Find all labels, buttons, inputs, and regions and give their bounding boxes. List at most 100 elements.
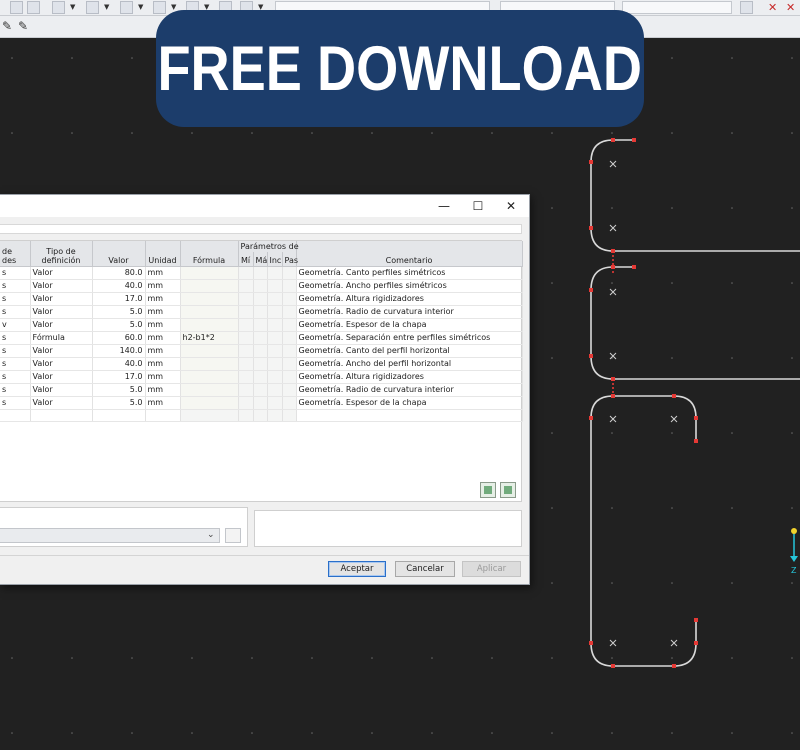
cell-unidad[interactable]: mm: [145, 357, 181, 371]
apply-button[interactable]: Aplicar: [462, 561, 521, 577]
node-point[interactable]: [589, 641, 593, 645]
cell-param-min[interactable]: [238, 331, 254, 345]
cell-param-inc[interactable]: [267, 331, 283, 345]
cell-col0[interactable]: s: [0, 266, 31, 280]
cell-param-pas[interactable]: [282, 344, 297, 358]
col-header-max[interactable]: Má: [253, 252, 268, 267]
cell-param-pas[interactable]: [282, 318, 297, 332]
cell-param-max[interactable]: [253, 344, 268, 358]
cell-unidad[interactable]: mm: [145, 331, 181, 345]
cell-unidad[interactable]: mm: [145, 305, 181, 319]
cell-tipo[interactable]: Valor: [30, 370, 93, 384]
cell-param-max[interactable]: [253, 370, 268, 384]
empty-row[interactable]: [0, 409, 523, 422]
col-header-inc[interactable]: Inc: [267, 252, 283, 267]
node-point[interactable]: [589, 226, 593, 230]
cell-param-max[interactable]: [253, 279, 268, 293]
node-point[interactable]: [611, 138, 615, 142]
cell-col0[interactable]: s: [0, 292, 31, 306]
cell-comentario[interactable]: Geometría. Espesor de la chapa: [296, 318, 523, 332]
node-point[interactable]: [589, 160, 593, 164]
cell-col0[interactable]: s: [0, 331, 31, 345]
tool-icon[interactable]: [740, 1, 753, 14]
cell-param-pas[interactable]: [282, 357, 297, 371]
cell-valor[interactable]: 5.0: [92, 396, 146, 410]
cell-unidad[interactable]: mm: [145, 370, 181, 384]
node-point[interactable]: [611, 394, 615, 398]
col-header-formula[interactable]: Fórmula: [180, 241, 239, 267]
table-row[interactable]: s Valor 5.0 mm Geometría. Radio de curvatura…: [0, 383, 523, 397]
cell-comentario[interactable]: Geometría. Canto del perfil horizontal: [296, 344, 523, 358]
cell-formula[interactable]: [180, 396, 239, 410]
node-point[interactable]: [632, 265, 636, 269]
dropdown-caret-icon[interactable]: ▼: [138, 4, 143, 11]
cell-param-pas[interactable]: [282, 292, 297, 306]
cell-formula[interactable]: h2-b1*2: [180, 331, 239, 345]
cell-col0[interactable]: v: [0, 318, 31, 332]
node-point[interactable]: [694, 416, 698, 420]
cell-param-min[interactable]: [238, 344, 254, 358]
free-download-banner[interactable]: FREE DOWNLOAD: [156, 10, 644, 127]
cell-formula[interactable]: [180, 383, 239, 397]
cell-comentario[interactable]: Geometría. Ancho perfiles simétricos: [296, 279, 523, 293]
cell-param-max[interactable]: [253, 383, 268, 397]
cell-comentario[interactable]: Geometría. Ancho del perfil horizontal: [296, 357, 523, 371]
cell-param-pas[interactable]: [282, 266, 297, 280]
cell-valor[interactable]: 5.0: [92, 383, 146, 397]
cell-col0[interactable]: s: [0, 344, 31, 358]
maximize-icon[interactable]: ☐: [470, 198, 486, 214]
cell-comentario[interactable]: Geometría. Canto perfiles simétricos: [296, 266, 523, 280]
node-point[interactable]: [672, 394, 676, 398]
cell-param-max[interactable]: [253, 266, 268, 280]
node-point[interactable]: [611, 664, 615, 668]
cell-tipo[interactable]: Valor: [30, 305, 93, 319]
table-row[interactable]: s Valor 5.0 mm Geometría. Radio de curvatura…: [0, 305, 523, 319]
pencil-icon[interactable]: ✎: [2, 19, 12, 33]
cell-formula[interactable]: [180, 357, 239, 371]
node-point[interactable]: [611, 249, 615, 253]
cell-col0[interactable]: s: [0, 279, 31, 293]
cell-col0[interactable]: s: [0, 383, 31, 397]
delete-icon[interactable]: ✕: [768, 1, 777, 14]
empty-cell[interactable]: [145, 409, 181, 422]
node-point[interactable]: [611, 265, 615, 269]
cell-param-min[interactable]: [238, 357, 254, 371]
cell-formula[interactable]: [180, 370, 239, 384]
empty-cell[interactable]: [180, 409, 239, 422]
cell-unidad[interactable]: mm: [145, 318, 181, 332]
empty-cell[interactable]: [30, 409, 93, 422]
table-row[interactable]: s Valor 40.0 mm Geometría. Ancho perfiles si…: [0, 279, 523, 293]
cell-tipo[interactable]: Valor: [30, 318, 93, 332]
table-row[interactable]: s Valor 40.0 mm Geometría. Ancho del perfil …: [0, 357, 523, 371]
cell-param-inc[interactable]: [267, 292, 283, 306]
cell-unidad[interactable]: mm: [145, 279, 181, 293]
node-point[interactable]: [611, 377, 615, 381]
cell-unidad[interactable]: mm: [145, 383, 181, 397]
cell-comentario[interactable]: Geometría. Espesor de la chapa: [296, 396, 523, 410]
dropdown-caret-icon[interactable]: ▼: [70, 4, 75, 11]
cell-param-inc[interactable]: [267, 318, 283, 332]
table-row[interactable]: s Fórmula 60.0 mm h2-b1*2 Geometría. Separaci…: [0, 331, 523, 345]
pencil-icon[interactable]: ✎: [18, 19, 28, 33]
dropdown-caret-icon[interactable]: ▼: [104, 4, 109, 11]
cell-unidad[interactable]: mm: [145, 344, 181, 358]
cell-formula[interactable]: [180, 292, 239, 306]
cell-tipo[interactable]: Valor: [30, 396, 93, 410]
table-row[interactable]: v Valor 5.0 mm Geometría. Espesor de la chap…: [0, 318, 523, 332]
cell-param-pas[interactable]: [282, 396, 297, 410]
cell-param-inc[interactable]: [267, 266, 283, 280]
tool-icon[interactable]: [27, 1, 40, 14]
export-table-icon[interactable]: [500, 482, 516, 498]
table-row[interactable]: s Valor 140.0 mm Geometría. Canto del perfil…: [0, 344, 523, 358]
col-header-unidad[interactable]: Unidad: [145, 241, 181, 267]
empty-cell[interactable]: [0, 409, 31, 422]
table-row[interactable]: s Valor 17.0 mm Geometría. Altura rigidizado…: [0, 292, 523, 306]
cell-param-inc[interactable]: [267, 396, 283, 410]
cell-valor[interactable]: 80.0: [92, 266, 146, 280]
cell-param-max[interactable]: [253, 331, 268, 345]
cell-param-max[interactable]: [253, 357, 268, 371]
empty-cell[interactable]: [92, 409, 146, 422]
cell-param-min[interactable]: [238, 266, 254, 280]
cell-col0[interactable]: s: [0, 305, 31, 319]
col-header-comentario[interactable]: Comentario: [296, 241, 523, 267]
